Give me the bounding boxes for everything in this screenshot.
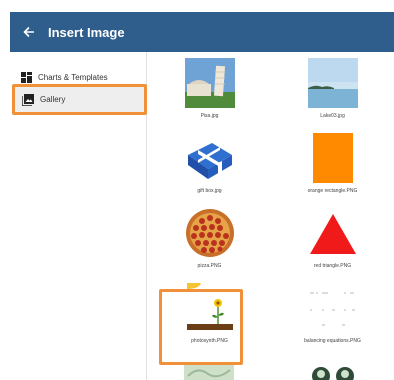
gallery-caption: red triangle.PNG bbox=[313, 263, 352, 269]
charts-templates-icon bbox=[20, 71, 32, 83]
back-button[interactable] bbox=[14, 12, 44, 52]
gallery-item-pizza[interactable]: pizza.PNG bbox=[148, 202, 271, 277]
selection-highlight bbox=[159, 289, 243, 365]
dialog-title: Insert Image bbox=[48, 24, 125, 40]
pisa-thumbnail bbox=[184, 58, 235, 108]
balancing-equations-thumbnail bbox=[307, 283, 358, 333]
arrow-left-icon bbox=[23, 26, 34, 38]
gallery-caption: Lake03.jpg bbox=[320, 113, 345, 119]
partial-thumbnail bbox=[307, 362, 357, 380]
gallery-caption: orange rectangle.PNG bbox=[307, 188, 358, 194]
gallery-caption: balancing equations.PNG bbox=[304, 338, 361, 344]
gallery-item-lake[interactable]: Lake03.jpg bbox=[271, 52, 394, 127]
sidebar-item-label: Charts & Templates bbox=[38, 72, 108, 82]
lake-thumbnail bbox=[307, 58, 358, 108]
gallery-icon bbox=[22, 93, 34, 106]
orange-rectangle-thumbnail bbox=[312, 133, 353, 183]
sidebar-item-label: Gallery bbox=[40, 95, 66, 104]
gallery-item-pisa[interactable]: Pisa.jpg bbox=[148, 52, 271, 127]
sidebar: Charts & Templates Gallery bbox=[10, 52, 147, 380]
gallery-item-gift-box[interactable]: gift box.jpg bbox=[148, 127, 271, 202]
pizza-thumbnail bbox=[185, 209, 234, 257]
insert-image-dialog: Insert Image Charts & Templates Gallery … bbox=[10, 12, 394, 380]
red-triangle-thumbnail bbox=[309, 214, 356, 254]
gift-box-thumbnail bbox=[187, 143, 232, 179]
gallery-caption: gift box.jpg bbox=[197, 188, 222, 194]
gallery-item-red-triangle[interactable]: red triangle.PNG bbox=[271, 202, 394, 277]
gallery-caption: Pisa.jpg bbox=[200, 113, 219, 119]
gallery-item-orange-rectangle[interactable]: orange rectangle.PNG bbox=[271, 127, 394, 202]
gallery-caption: pizza.PNG bbox=[197, 263, 222, 269]
gallery-item-balancing-equations[interactable]: balancing equations.PNG bbox=[271, 277, 394, 352]
sidebar-item-gallery[interactable]: Gallery bbox=[12, 84, 147, 115]
dialog-header: Insert Image bbox=[10, 12, 394, 52]
